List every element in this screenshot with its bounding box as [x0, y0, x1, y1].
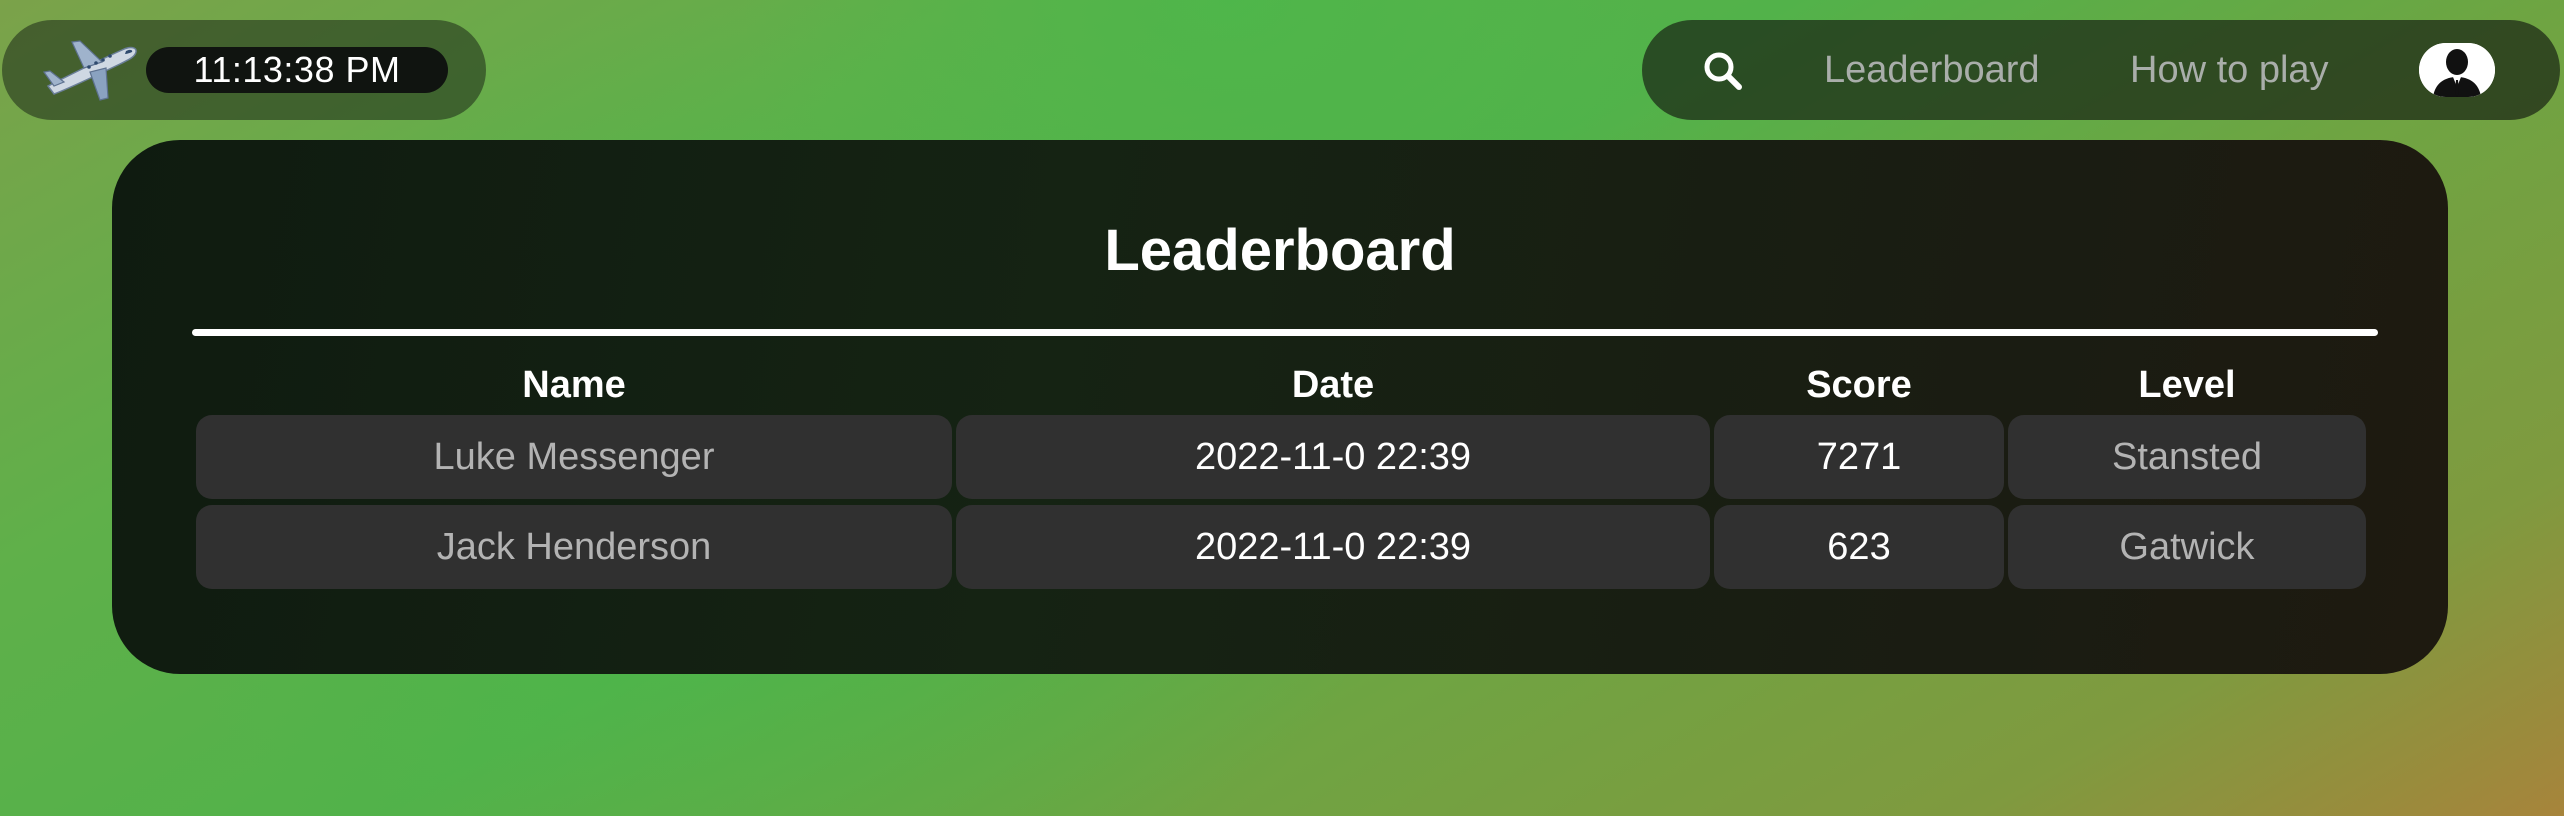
row-score-cell: 7271: [1714, 415, 2004, 499]
column-header-score: Score: [1806, 364, 1912, 406]
leaderboard-panel: Leaderboard Name Date Score Level Luke M…: [112, 140, 2448, 674]
column-header-name: Name: [522, 364, 626, 406]
leaderboard-title: Leaderboard: [1104, 218, 1456, 283]
nav-leaderboard-link[interactable]: Leaderboard: [1824, 46, 2040, 94]
row-score-cell: 623: [1714, 505, 2004, 589]
title-divider: [192, 329, 2378, 336]
column-header-level: Level: [2138, 364, 2236, 406]
row-level-cell: Gatwick: [2008, 505, 2366, 589]
clock-pill: 11:13:38 PM: [2, 20, 486, 120]
user-avatar-icon[interactable]: [2419, 43, 2495, 97]
column-header-date: Date: [1291, 364, 1375, 406]
airplane-icon: [42, 40, 137, 101]
row-date-cell: 2022-11-0 22:39: [956, 505, 1710, 589]
row-name-cell: Jack Henderson: [196, 505, 952, 589]
search-icon[interactable]: [1702, 50, 1744, 92]
clock-display: 11:13:38 PM: [146, 47, 448, 93]
row-level-cell: Stansted: [2008, 415, 2366, 499]
row-date-cell: 2022-11-0 22:39: [956, 415, 1710, 499]
nav-how-to-play-link[interactable]: How to play: [2130, 46, 2329, 94]
row-name-cell: Luke Messenger: [196, 415, 952, 499]
